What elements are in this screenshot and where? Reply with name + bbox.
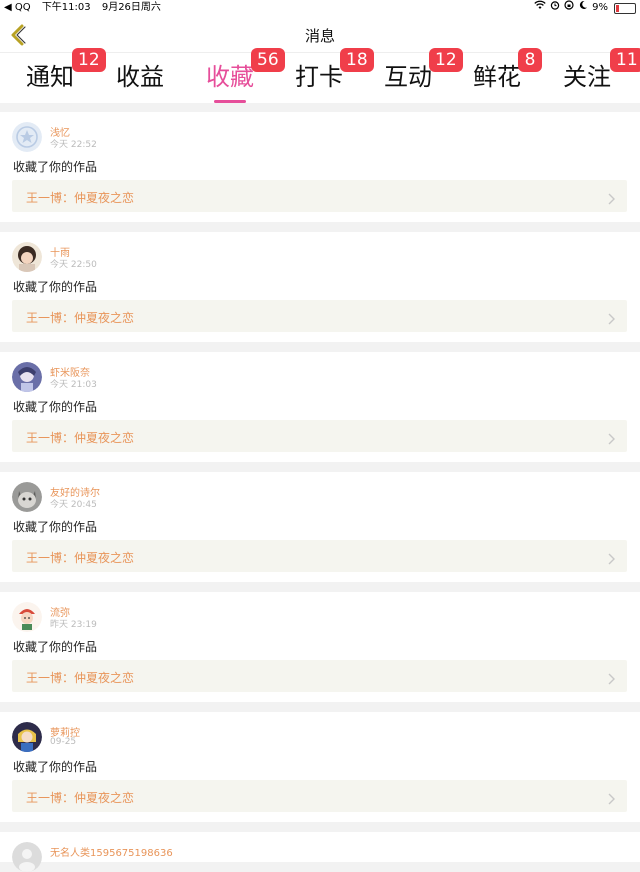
chevron-right-icon [607, 550, 615, 565]
work-link[interactable]: 王一博：仲夏夜之恋 [12, 420, 627, 452]
wifi-icon [534, 0, 546, 16]
notification-item[interactable]: 萝莉控 09-25 收藏了你的作品 王一博：仲夏夜之恋 [0, 712, 640, 822]
anime2-avatar-icon[interactable] [12, 722, 42, 752]
cat-avatar-icon[interactable] [12, 482, 42, 512]
cartoon-avatar-icon[interactable] [12, 602, 42, 632]
unread-badge: 18 [340, 48, 374, 72]
rotation-lock-icon [564, 0, 574, 16]
work-link[interactable]: 王一博：仲夏夜之恋 [12, 540, 627, 572]
work-link[interactable]: 王一博：仲夏夜之恋 [12, 180, 627, 212]
unread-badge: 12 [429, 48, 463, 72]
notification-item[interactable]: 无名人类1595675198636 [0, 832, 640, 872]
moon-icon [578, 0, 588, 16]
work-link[interactable]: 王一博：仲夏夜之恋 [12, 660, 627, 692]
action-text: 收藏了你的作品 [13, 400, 98, 414]
notification-item[interactable]: 流弥 昨天 23:19 收藏了你的作品 王一博：仲夏夜之恋 [0, 592, 640, 702]
tab-label: 收益 [116, 63, 164, 91]
back-to-app-link[interactable]: ◀ QQ [4, 2, 31, 13]
work-title: 王一博：仲夏夜之恋 [26, 671, 135, 685]
chevron-right-icon [607, 310, 615, 325]
chevron-right-icon [607, 790, 615, 805]
timestamp: 09-25 [50, 737, 77, 747]
tab-interaction[interactable]: 互动 12 [384, 48, 463, 99]
tab-label: 互动 [384, 63, 432, 91]
action-text: 收藏了你的作品 [13, 160, 98, 174]
work-title: 王一博：仲夏夜之恋 [26, 311, 135, 325]
default-avatar-icon[interactable] [12, 842, 42, 872]
action-text: 收藏了你的作品 [13, 280, 98, 294]
status-bar: ◀ QQ 下午11:03 9月26日周六 9% [0, 0, 640, 16]
chevron-right-icon [607, 190, 615, 205]
timestamp: 今天 20:45 [50, 500, 97, 510]
tab-earnings[interactable]: 收益 [116, 57, 164, 99]
work-title: 王一博：仲夏夜之恋 [26, 551, 135, 565]
chevron-right-icon [607, 670, 615, 685]
unread-badge: 8 [518, 48, 542, 72]
timestamp: 昨天 23:19 [50, 620, 97, 630]
work-link[interactable]: 王一博：仲夏夜之恋 [12, 300, 627, 332]
notification-item[interactable]: 友好的诗尔 今天 20:45 收藏了你的作品 王一博：仲夏夜之恋 [0, 472, 640, 582]
work-title: 王一博：仲夏夜之恋 [26, 791, 135, 805]
notification-item[interactable]: 十雨 今天 22:50 收藏了你的作品 王一博：仲夏夜之恋 [0, 232, 640, 342]
alarm-icon [550, 0, 560, 16]
nav-header: 消息 [0, 16, 640, 52]
tab-label: 收藏 [206, 63, 254, 91]
unread-badge: 56 [251, 48, 285, 72]
timestamp: 今天 22:52 [50, 140, 97, 150]
battery-icon [614, 2, 636, 14]
work-title: 王一博：仲夏夜之恋 [26, 431, 135, 445]
battery-percent: 9% [592, 2, 608, 13]
chevron-right-icon [607, 430, 615, 445]
action-text: 收藏了你的作品 [13, 640, 98, 654]
anime-avatar-icon[interactable] [12, 362, 42, 392]
girl-avatar-icon[interactable] [12, 242, 42, 272]
active-tab-indicator [214, 100, 246, 103]
notification-item[interactable]: 虾米阪奈 今天 21:03 收藏了你的作品 王一博：仲夏夜之恋 [0, 352, 640, 462]
tab-notice[interactable]: 通知 12 [26, 48, 106, 99]
tab-label: 鲜花 [473, 63, 521, 91]
tab-favorites[interactable]: 收藏 56 [206, 48, 285, 103]
tab-label: 通知 [26, 63, 74, 91]
page-title: 消息 [304, 27, 335, 45]
timestamp: 今天 22:50 [50, 260, 97, 270]
username[interactable]: 无名人类1595675198636 [50, 844, 173, 859]
unread-badge: 12 [72, 48, 106, 72]
action-text: 收藏了你的作品 [13, 520, 98, 534]
tab-label: 打卡 [295, 63, 343, 91]
work-title: 王一博：仲夏夜之恋 [26, 191, 135, 205]
star-avatar-icon[interactable] [12, 122, 42, 152]
category-tabs: 通知 12 收益 收藏 56 打卡 18 互动 12 鲜花 8 关注 11 [0, 48, 640, 103]
work-link[interactable]: 王一博：仲夏夜之恋 [12, 780, 627, 812]
tab-label: 关注 [563, 63, 611, 91]
timestamp: 今天 21:03 [50, 380, 97, 390]
tab-flowers[interactable]: 鲜花 8 [473, 48, 542, 99]
notification-item[interactable]: 浅忆 今天 22:52 收藏了你的作品 王一博：仲夏夜之恋 [0, 112, 640, 222]
unread-badge: 11 [610, 48, 640, 72]
status-time: 下午11:03 [41, 2, 91, 13]
action-text: 收藏了你的作品 [13, 760, 98, 774]
status-date: 9月26日周六 [101, 2, 161, 13]
tab-follow[interactable]: 关注 11 [563, 48, 640, 99]
tab-checkin[interactable]: 打卡 18 [295, 48, 374, 99]
